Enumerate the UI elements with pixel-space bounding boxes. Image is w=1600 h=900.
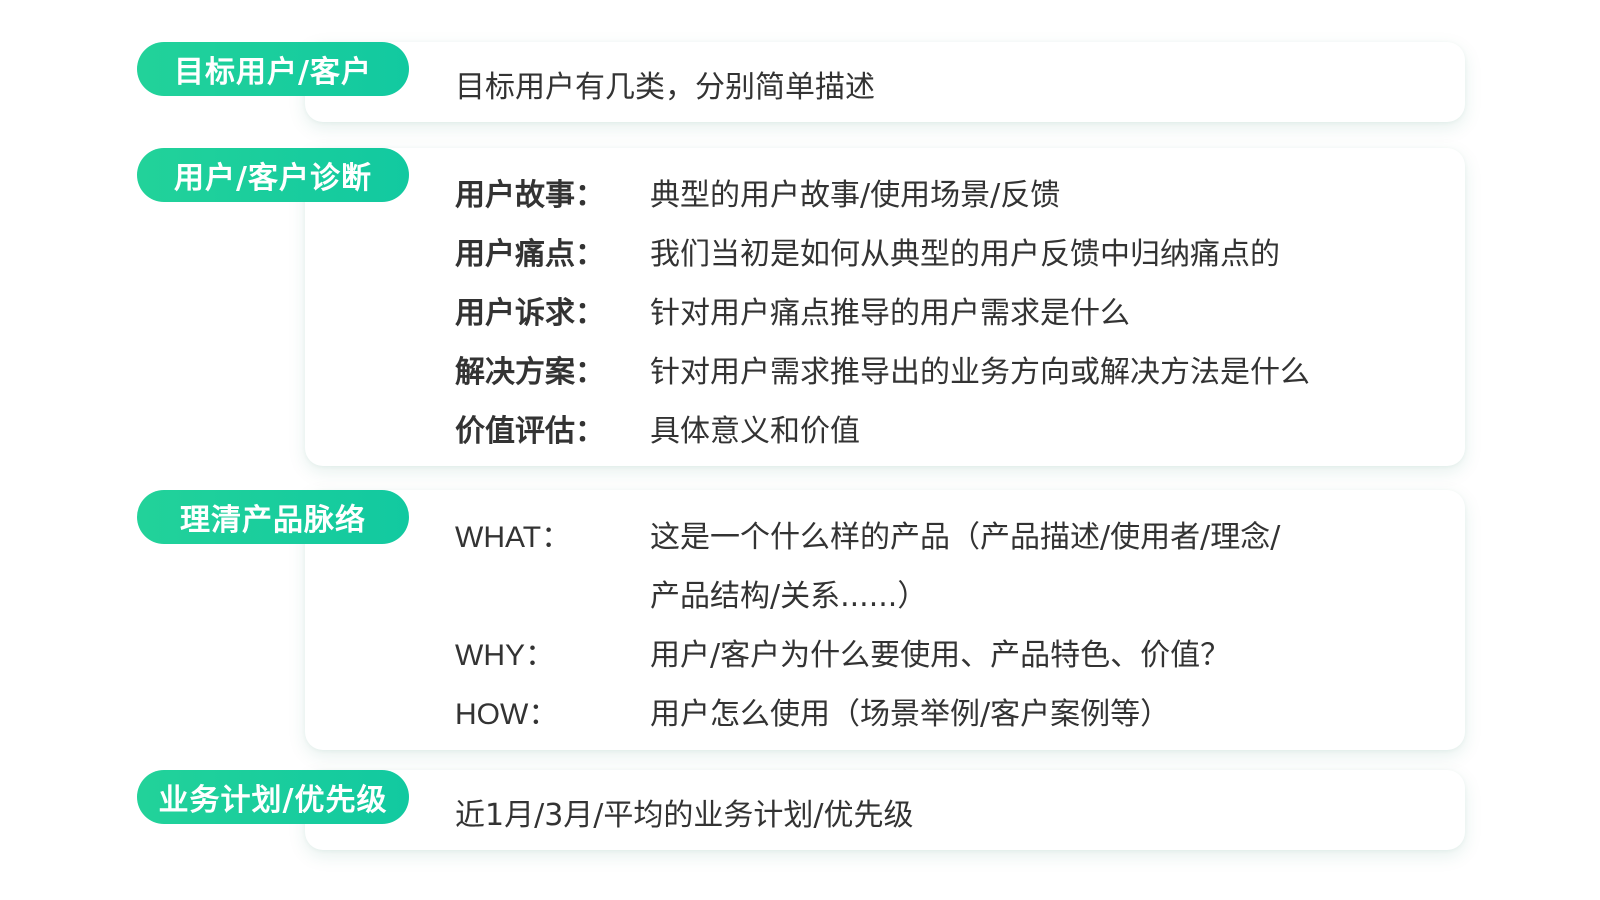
row-text: 具体意义和价值 (650, 414, 860, 449)
row-user-demands: 用户诉求： 针对用户痛点推导的用户需求是什么 (305, 288, 1465, 348)
tag-product-context: 理清产品脉络 (137, 490, 409, 544)
card-product-context: WHAT： 这是一个什么样的产品（产品描述/使用者/理念/ 产品结构/关系...… (305, 490, 1465, 750)
row-text: 这是一个什么样的产品（产品描述/使用者/理念/ (650, 520, 1281, 555)
tag-target-users: 目标用户/客户 (137, 42, 409, 96)
row-label: HOW： (455, 698, 559, 731)
row-label: 解决方案： (455, 355, 605, 390)
row-label: 用户故事： (455, 178, 605, 213)
row-text: 我们当初是如何从典型的用户反馈中归纳痛点的 (650, 237, 1280, 272)
row-label: WHAT： (455, 521, 572, 554)
target-users-description: 目标用户有几类，分别简单描述 (455, 70, 875, 105)
row-why: WHY： 用户/客户为什么要使用、产品特色、价值？ (305, 630, 1465, 690)
row-how: HOW： 用户怎么使用（场景举例/客户案例等） (305, 689, 1465, 749)
tag-business-plan: 业务计划/优先级 (137, 770, 409, 824)
row-text: 用户/客户为什么要使用、产品特色、价值？ (650, 638, 1231, 673)
card-user-diagnosis: 用户故事： 典型的用户故事/使用场景/反馈 用户痛点： 我们当初是如何从典型的用… (305, 148, 1465, 466)
card-business-plan: 近1月/3月/平均的业务计划/优先级 (305, 770, 1465, 850)
row-text: 用户怎么使用（场景举例/客户案例等） (650, 697, 1171, 732)
row-what: WHAT： 这是一个什么样的产品（产品描述/使用者/理念/ 产品结构/关系...… (305, 512, 1465, 632)
row-label: WHY： (455, 639, 555, 672)
row-text-continued: 产品结构/关系......） (650, 579, 928, 614)
row-text: 针对用户痛点推导的用户需求是什么 (650, 296, 1130, 331)
row-label: 用户痛点： (455, 237, 605, 272)
row-text: 典型的用户故事/使用场景/反馈 (650, 178, 1061, 213)
row-user-pain-points: 用户痛点： 我们当初是如何从典型的用户反馈中归纳痛点的 (305, 229, 1465, 289)
row-label: 用户诉求： (455, 296, 605, 331)
row-text: 针对用户需求推导出的业务方向或解决方法是什么 (650, 355, 1310, 390)
business-plan-description: 近1月/3月/平均的业务计划/优先级 (455, 798, 914, 833)
row-value-assessment: 价值评估： 具体意义和价值 (305, 406, 1465, 466)
card-target-users: 目标用户有几类，分别简单描述 (305, 42, 1465, 122)
tag-user-diagnosis: 用户/客户诊断 (137, 148, 409, 202)
row-solution: 解决方案： 针对用户需求推导出的业务方向或解决方法是什么 (305, 347, 1465, 407)
row-user-story: 用户故事： 典型的用户故事/使用场景/反馈 (305, 170, 1465, 230)
row-label: 价值评估： (455, 414, 605, 449)
